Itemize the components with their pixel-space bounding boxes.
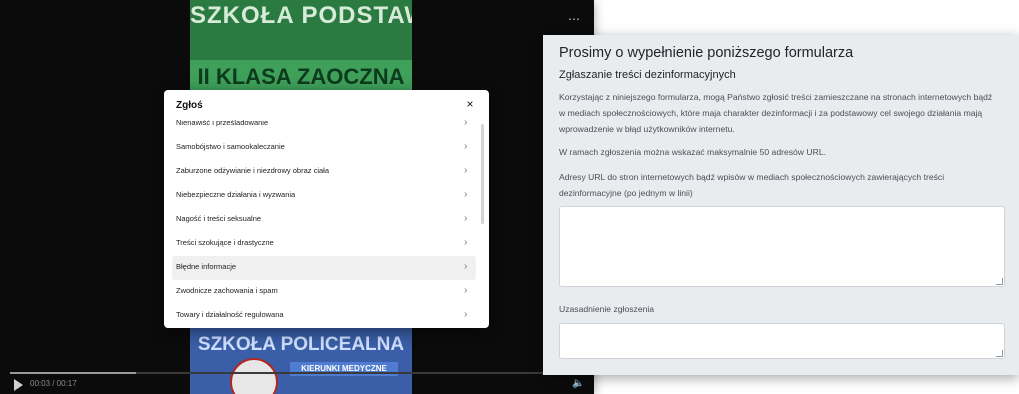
url-textarea-resize-handle[interactable]: [996, 278, 1003, 285]
report-modal: Zgłoś × Nienawiść i prześladowanie › Samob…: [164, 90, 489, 328]
scrollbar[interactable]: [481, 124, 484, 224]
report-reason-item[interactable]: Zwodnicze zachowania i spam ›: [172, 280, 476, 304]
time-readout: 00:03 / 00:17: [30, 379, 77, 388]
justification-field-label: Uzasadnienie zgłoszenia: [559, 304, 655, 314]
progress-fill: [10, 372, 137, 374]
report-reason-label: Samobójstwo i samookaleczanie: [176, 142, 285, 151]
report-reason-label: Niebezpieczne działania i wyzwania: [176, 190, 296, 199]
report-reason-label: Towary i działalność regulowana: [176, 310, 284, 319]
modal-header: Zgłoś ×: [164, 90, 489, 120]
form-subtitle: Zgłaszanie treści dezinformacyjnych: [559, 69, 736, 81]
poster-heading: SZKOŁA PODSTAWOWA: [190, 2, 412, 29]
chevron-right-icon: ›: [464, 189, 468, 200]
report-reason-item[interactable]: Treści szokujące i drastyczne ›: [172, 232, 476, 256]
video-controls: 00:03 / 00:17 🔈: [0, 370, 594, 394]
more-options-icon[interactable]: ⋯: [568, 13, 581, 25]
report-reason-label: Zwodnicze zachowania i spam: [176, 286, 278, 295]
chevron-right-icon: ›: [464, 285, 468, 296]
justification-textarea-resize-handle[interactable]: [996, 350, 1003, 357]
form-note: W ramach zgłoszenia można wskazać maksym…: [559, 147, 826, 157]
chevron-right-icon: ›: [464, 213, 468, 224]
report-reason-label: Zaburzone odżywianie i niezdrowy obraz c…: [176, 166, 329, 175]
poster-bottom-heading: SZKOŁA POLICEALNA: [197, 334, 405, 355]
play-icon[interactable]: [14, 379, 23, 391]
close-icon[interactable]: ×: [462, 96, 478, 112]
progress-bar[interactable]: [10, 372, 584, 374]
justification-textarea[interactable]: [559, 323, 1005, 359]
report-reason-item[interactable]: Nagość i treści seksualne ›: [172, 208, 476, 232]
report-reason-label: Nagość i treści seksualne: [176, 214, 262, 223]
report-reason-item[interactable]: Zaburzone odżywianie i niezdrowy obraz c…: [172, 160, 476, 184]
report-reason-item[interactable]: Niebezpieczne działania i wyzwania ›: [172, 184, 476, 208]
modal-title: Zgłoś: [176, 100, 203, 111]
form-description: Korzystając z niniejszego formularza, mo…: [559, 92, 993, 134]
url-textarea[interactable]: [559, 206, 1005, 287]
url-field-label: Adresy URL do stron internetowych bądź w…: [559, 172, 945, 198]
chevron-right-icon: ›: [464, 309, 468, 320]
chevron-right-icon: ›: [464, 120, 468, 128]
chevron-right-icon: ›: [464, 261, 468, 272]
volume-icon[interactable]: 🔈: [572, 378, 584, 389]
video-player[interactable]: SZKOŁA PODSTAWOWA II KLASA ZAOCZNA SZKOŁ…: [0, 0, 594, 394]
report-reason-item[interactable]: Błędne informacje ›: [172, 256, 476, 280]
report-reason-item[interactable]: Samobójstwo i samookaleczanie ›: [172, 136, 476, 160]
report-reason-label: Nienawiść i prześladowanie: [176, 120, 269, 127]
report-reason-item[interactable]: Nienawiść i prześladowanie ›: [172, 120, 476, 136]
report-reason-label: Błędne informacje: [176, 262, 237, 271]
report-reason-item[interactable]: Towary i działalność regulowana ›: [172, 304, 476, 328]
report-reason-list: Nienawiść i prześladowanie › Samobójstwo i…: [164, 120, 489, 328]
report-form: Prosimy o wypełnienie poniższego formula…: [543, 35, 1019, 375]
chevron-right-icon: ›: [464, 237, 468, 248]
form-title: Prosimy o wypełnienie poniższego formula…: [559, 45, 854, 61]
report-reason-label: Treści szokujące i drastyczne: [176, 238, 274, 247]
chevron-right-icon: ›: [464, 165, 468, 176]
poster-subheading: II KLASA ZAOCZNA: [197, 64, 405, 89]
chevron-right-icon: ›: [464, 141, 468, 152]
